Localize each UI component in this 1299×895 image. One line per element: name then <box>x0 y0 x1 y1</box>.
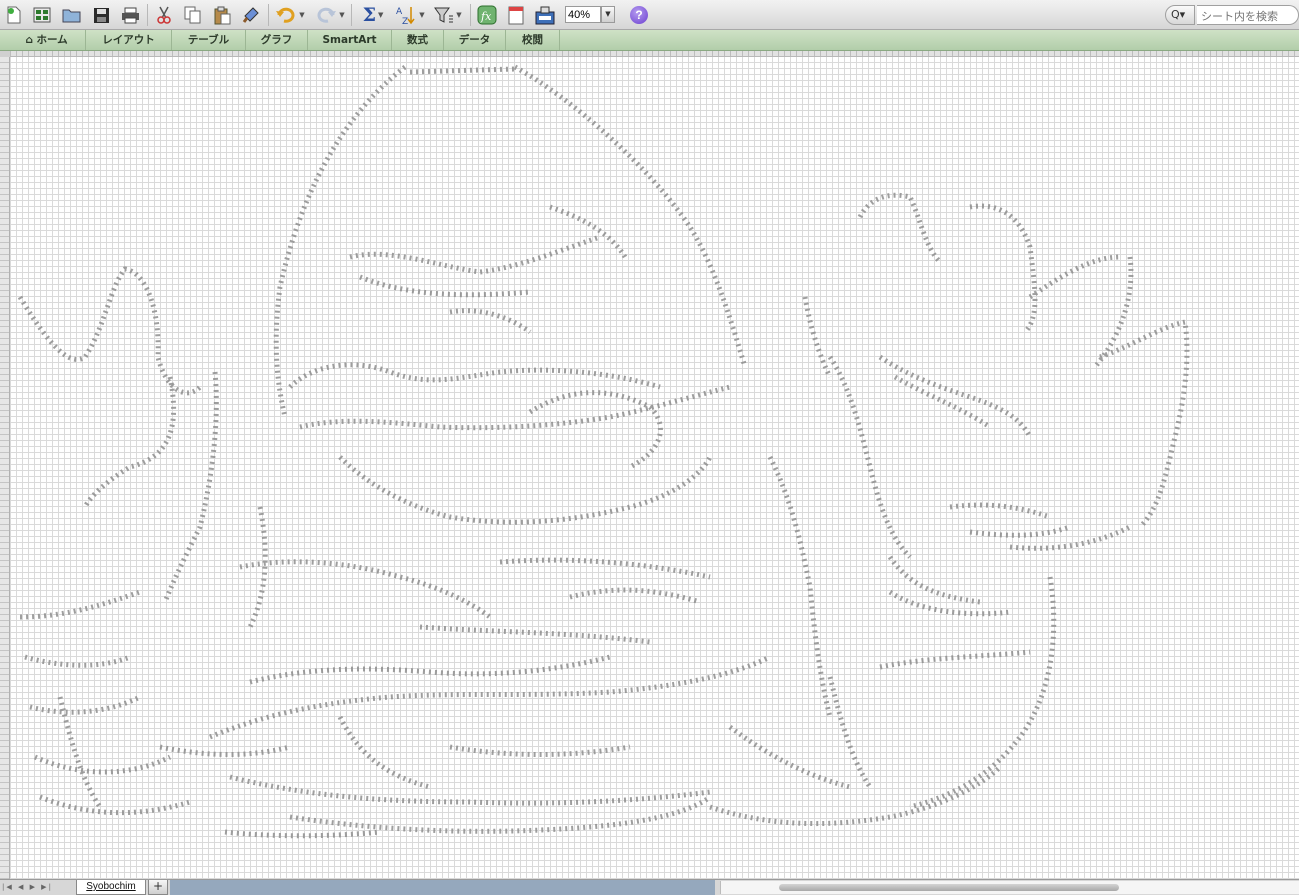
tab-layout[interactable]: レイアウト <box>86 30 172 50</box>
house-icon: ⌂ <box>25 34 33 46</box>
ribbon-tab-bar: ⌂ ホーム レイアウト テーブル グラフ SmartArt 数式 データ 校閲 <box>0 30 1299 51</box>
svg-text:fx: fx <box>480 10 492 23</box>
sheet-navigation-arrows[interactable]: |◀ ◀ ▶ ▶| <box>2 881 64 894</box>
help-icon[interactable]: ? <box>630 6 648 24</box>
search-icon[interactable]: Q▾ <box>1165 5 1195 25</box>
tab-formulas[interactable]: 数式 <box>392 30 444 50</box>
undo-icon[interactable]: ▼ <box>273 4 307 26</box>
svg-text:A: A <box>396 7 403 17</box>
copy-icon[interactable] <box>182 4 204 26</box>
search-input[interactable] <box>1197 5 1299 25</box>
sheet-tab-syobochim[interactable]: Syobochim <box>76 880 146 895</box>
row-headers[interactable] <box>0 57 10 879</box>
toolbar-separator <box>268 4 269 26</box>
sheet-tab-filler <box>170 880 715 895</box>
add-sheet-button[interactable]: + <box>148 880 168 895</box>
format-painter-icon[interactable] <box>240 4 262 26</box>
tab-home-label: ホーム <box>36 34 68 46</box>
paste-icon[interactable] <box>211 4 233 26</box>
filter-icon[interactable]: ▼ <box>431 4 465 26</box>
open-icon[interactable] <box>61 4 83 26</box>
horizontal-scroll-thumb[interactable] <box>779 884 1119 891</box>
tab-home[interactable]: ⌂ ホーム <box>8 30 86 50</box>
autosum-icon[interactable]: Σ ▼ <box>357 4 389 26</box>
tab-smartart[interactable]: SmartArt <box>308 30 392 50</box>
cut-icon[interactable] <box>153 4 175 26</box>
save-icon[interactable] <box>91 4 111 26</box>
tab-charts[interactable]: グラフ <box>246 30 308 50</box>
new-document-icon[interactable] <box>3 4 25 26</box>
sheet-search: Q▾ <box>1165 4 1299 26</box>
horizontal-scrollbar[interactable] <box>720 881 1299 894</box>
standard-toolbar: ▼ ▼ Σ ▼ A Z ▼ ▼ fx 40% ▼ ? Q▾ <box>0 0 1299 30</box>
toolbar-separator <box>147 4 148 26</box>
sheet-tab-bar: |◀ ◀ ▶ ▶| Syobochim + <box>0 879 1299 895</box>
zoom-dropdown-button[interactable]: ▼ <box>601 6 615 23</box>
function-icon[interactable]: fx <box>476 4 498 26</box>
toolbar-separator <box>351 4 352 26</box>
cell-pixel-art <box>17 64 1190 839</box>
tab-review[interactable]: 校閲 <box>506 30 560 50</box>
redo-icon[interactable]: ▼ <box>313 4 347 26</box>
tab-tables[interactable]: テーブル <box>172 30 246 50</box>
gallery-icon[interactable] <box>31 4 53 26</box>
show-formulas-icon[interactable] <box>505 4 527 26</box>
svg-text:Z: Z <box>402 17 408 25</box>
toolbox-icon[interactable] <box>533 4 557 26</box>
sort-icon[interactable]: A Z ▼ <box>393 4 427 26</box>
tab-data[interactable]: データ <box>444 30 506 50</box>
zoom-input[interactable]: 40% <box>565 6 601 23</box>
print-icon[interactable] <box>119 4 141 26</box>
toolbar-separator <box>470 4 471 26</box>
